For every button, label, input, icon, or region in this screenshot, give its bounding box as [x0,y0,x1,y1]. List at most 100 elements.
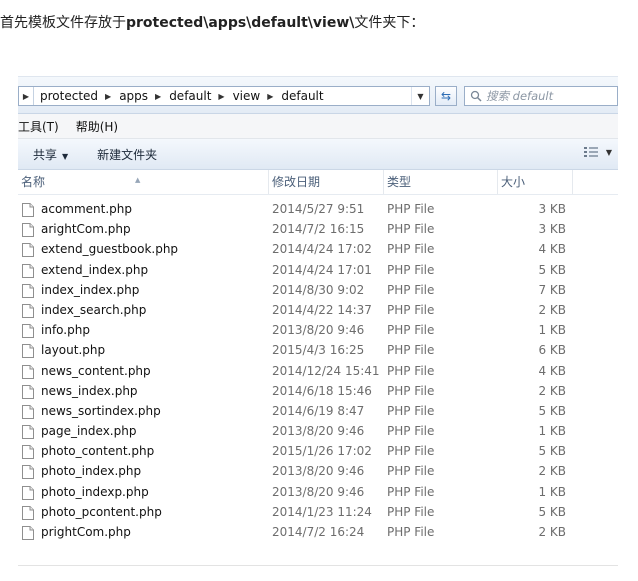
file-row[interactable]: news_content.php 2014/12/24 15:41 PHP File… [18,362,618,382]
breadcrumb-item[interactable]: apps ▶ [113,89,163,103]
file-row[interactable]: news_index.php 2014/6/18 15:46 PHP File 2 K… [18,382,618,402]
column-size-label: 大小 [501,175,526,189]
search-icon [470,90,482,102]
file-name: photo_index.php [41,464,142,479]
breadcrumb-label: default [169,89,212,103]
file-date: 2013/8/20 9:46 [272,424,365,439]
breadcrumb-item[interactable]: default [275,89,328,103]
chevron-right-icon[interactable]: ▶ [216,92,226,101]
file-date: 2013/8/20 9:46 [272,323,365,338]
file-size: 1 KB [538,484,566,499]
column-header-size[interactable]: 大小 [498,170,573,194]
file-row[interactable]: acomment.php 2014/5/27 9:51 PHP File 3 KB [18,200,618,220]
file-icon [22,526,34,540]
intro-prefix: 首先模板文件存放于 [0,15,126,31]
column-headers: 名称 ▲ 修改日期 类型 大小 [18,170,618,195]
file-type: PHP File [387,383,435,398]
share-button[interactable]: 共享 ▼ [33,146,68,163]
intro-text: 首先模板文件存放于protected\apps\default\view\文件夹… [0,12,424,32]
file-row[interactable]: index_index.php 2014/8/30 9:02 PHP File 7 K… [18,281,618,301]
file-size: 5 KB [538,403,566,418]
breadcrumb-item[interactable]: protected ▶ [34,89,113,103]
file-type: PHP File [387,302,435,317]
file-name: news_sortindex.php [41,403,161,418]
file-row[interactable]: index_search.php 2014/4/22 14:37 PHP File 2… [18,301,618,321]
file-date: 2014/5/27 9:51 [272,202,365,216]
file-row[interactable]: layout.php 2015/4/3 16:25 PHP File 6 KB [18,341,618,361]
file-row[interactable]: photo_content.php 2015/1/26 17:02 PHP File… [18,442,618,462]
breadcrumb-label: view [232,89,261,103]
chevron-right-icon[interactable]: ▶ [19,87,34,105]
file-name: info.php [41,323,90,338]
file-type: PHP File [387,444,435,459]
file-row[interactable]: extend_guestbook.php 2014/4/24 17:02 PHP F… [18,240,618,260]
file-row[interactable]: arightCom.php 2014/7/2 16:15 PHP File 3 KB [18,220,618,240]
column-header-date[interactable]: 修改日期 [269,170,384,194]
file-name: extend_guestbook.php [41,242,179,257]
refresh-button[interactable]: ⇆ [435,86,457,106]
file-type: PHP File [387,343,435,358]
file-type: PHP File [387,525,435,539]
new-folder-button[interactable]: 新建文件夹 [97,146,157,163]
intro-path: protected\apps\default\view\ [126,15,355,31]
file-row[interactable]: prightCom.php 2014/7/2 16:24 PHP File 2 KB [18,523,618,543]
file-date: 2014/7/2 16:24 [272,525,365,539]
menu-tools[interactable]: 工具(T) [18,118,59,135]
file-row[interactable]: info.php 2013/8/20 9:46 PHP File 1 KB [18,321,618,341]
file-name: photo_indexp.php [41,484,149,499]
file-type: PHP File [387,323,435,338]
chevron-right-icon[interactable]: ▶ [153,92,163,101]
file-name: acomment.php [41,202,133,216]
file-icon [22,364,34,379]
command-toolbar: 共享 ▼ 新建文件夹 ▼ [18,139,618,170]
column-date-label: 修改日期 [272,175,321,189]
breadcrumb-label: protected [40,89,99,103]
file-size: 1 KB [538,424,566,439]
file-date: 2014/12/24 15:41 [272,363,380,378]
breadcrumb-item[interactable]: default ▶ [163,89,226,103]
column-type-label: 类型 [387,175,412,189]
file-row[interactable]: news_sortindex.php 2014/6/19 8:47 PHP File… [18,402,618,422]
file-row[interactable]: page_index.php 2013/8/20 9:46 PHP File 1 KB [18,422,618,442]
breadcrumb-item[interactable]: view ▶ [227,89,276,103]
file-date: 2013/8/20 9:46 [272,464,365,479]
breadcrumb-label: default [281,89,324,103]
file-row[interactable]: extend_index.php 2014/4/24 17:01 PHP File 5… [18,261,618,281]
file-type: PHP File [387,363,435,378]
file-date: 2014/4/24 17:02 [272,242,372,257]
file-size: 5 KB [538,262,566,277]
file-size: 4 KB [538,363,566,378]
file-row[interactable]: photo_index.php 2013/8/20 9:46 PHP File 2 K… [18,462,618,482]
chevron-right-icon[interactable]: ▶ [265,92,275,101]
search-input[interactable]: 搜索 default [464,86,618,106]
share-label: 共享 [33,147,58,162]
view-options-button[interactable]: ▼ [583,146,612,158]
file-size: 6 KB [538,343,566,358]
file-type: PHP File [387,464,435,479]
search-placeholder: 搜索 default [486,89,554,103]
file-type: PHP File [387,403,435,418]
menu-bar: 工具(T) 帮助(H) [18,114,618,139]
menu-help[interactable]: 帮助(H) [76,118,118,135]
file-name: index_search.php [41,302,147,317]
file-size: 1 KB [538,323,566,338]
file-row[interactable]: photo_indexp.php 2013/8/20 9:46 PHP File 1 … [18,483,618,503]
file-size: 2 KB [538,383,566,398]
column-header-type[interactable]: 类型 [384,170,498,194]
file-type: PHP File [387,202,435,216]
file-date: 2014/6/19 8:47 [272,403,365,418]
chevron-right-icon[interactable]: ▶ [103,92,113,101]
file-date: 2014/1/23 11:24 [272,504,372,519]
file-icon [22,263,34,278]
file-type: PHP File [387,242,435,257]
file-size: 5 KB [538,504,566,519]
file-icon [22,223,34,238]
address-bar[interactable]: ▶ protected ▶ apps ▶ default ▶ view ▶ default ▼ [18,86,430,106]
column-header-name[interactable]: 名称 ▲ [18,170,269,194]
file-name: extend_index.php [41,262,149,277]
chevron-down-icon[interactable]: ▼ [411,87,429,105]
file-row[interactable]: photo_pcontent.php 2014/1/23 11:24 PHP Fil… [18,503,618,523]
file-icon [22,243,34,258]
file-size: 2 KB [538,464,566,479]
file-icon [22,465,34,480]
